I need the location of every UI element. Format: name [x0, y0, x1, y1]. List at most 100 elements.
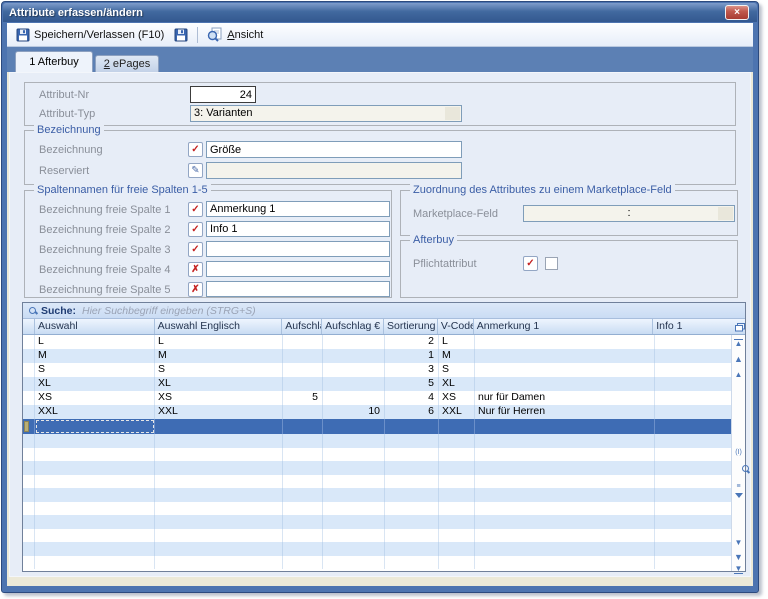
grid-search-bar[interactable]: Suche: Hier Suchbegriff eingeben (STRG+S… [23, 303, 745, 319]
marketplace-feld-label: Marketplace-Feld [413, 208, 498, 220]
empty-row[interactable] [23, 461, 745, 475]
column-header-auswahl[interactable]: Auswahl [35, 319, 155, 334]
empty-row[interactable] [23, 515, 745, 529]
pflichtattribut-label: Pflichtattribut [413, 258, 477, 270]
table-row[interactable]: XL XL 5 XL [23, 377, 745, 391]
afterbuy-fieldset: Afterbuy Pflichtattribut ✓ [400, 234, 738, 298]
marketplace-feld-field[interactable]: : [523, 205, 735, 222]
navigator-post-icon[interactable]: ≡ [732, 483, 745, 490]
navigator-prev-icon[interactable]: ▲ [732, 371, 745, 379]
view-magnifier-icon [208, 27, 222, 42]
empty-row[interactable] [23, 555, 745, 569]
check-icon[interactable]: ✓ [523, 256, 538, 271]
empty-row[interactable] [23, 434, 745, 448]
spalte-1-label: Bezeichnung freie Spalte 1 [39, 204, 171, 216]
column-chooser-icon [734, 322, 745, 331]
spalte-3-label: Bezeichnung freie Spalte 3 [39, 244, 171, 256]
spalte-1-input[interactable] [206, 201, 390, 217]
table-row[interactable]: S S 3 S [23, 363, 745, 377]
pflichtattribut-checkbox[interactable] [545, 257, 558, 270]
spalte-2-label: Bezeichnung freie Spalte 2 [39, 224, 171, 236]
afterbuy-legend: Afterbuy [410, 234, 457, 246]
tab-epages[interactable]: 2 ePages [95, 55, 159, 72]
attribut-nr-input[interactable] [190, 86, 256, 103]
grid-body: L L 2 L M M 1 M S S 3 S XL XL 5 XL XS XS… [23, 335, 745, 571]
attribut-typ-combo[interactable]: 3: Varianten [190, 105, 462, 122]
x-icon[interactable]: ✗ [188, 262, 203, 277]
navigator-first-icon[interactable]: ▲ [734, 339, 743, 348]
empty-row[interactable] [23, 447, 745, 461]
empty-row[interactable] [23, 474, 745, 488]
reserviert-label: Reserviert [39, 165, 90, 177]
column-header-aufschlag[interactable]: Aufschlag [282, 319, 323, 334]
empty-row[interactable] [23, 501, 745, 515]
save-button[interactable] [169, 25, 193, 45]
save-exit-label: Speichern/Verlassen (F10) [34, 28, 165, 41]
floppy-disk-icon [16, 28, 30, 41]
tab-afterbuy[interactable]: 1 Afterbuy [15, 51, 93, 72]
empty-row[interactable] [23, 528, 745, 542]
navigator-filter-icon[interactable] [732, 493, 745, 507]
navigator-last-icon[interactable]: ▼ [734, 565, 743, 574]
column-header-anmerkung[interactable]: Anmerkung 1 [474, 319, 654, 334]
navigator-page-up-icon[interactable]: ▲ [732, 355, 745, 364]
navigator-page-down-icon[interactable]: ▼ [732, 553, 745, 562]
grid-navigator: ▲ ▲ ▲ (I) ≡ ▼ ▼ ▼ [731, 335, 745, 574]
dialog-window: Attribute erfassen/ändern × Speichern/Ve… [1, 1, 759, 593]
spalte-5-label: Bezeichnung freie Spalte 5 [39, 284, 171, 296]
field-button-zone[interactable] [718, 207, 733, 220]
selected-new-row[interactable] [23, 419, 745, 434]
spalte-4-input[interactable] [206, 261, 390, 277]
reserviert-input[interactable] [206, 162, 462, 179]
bezeichnung-legend: Bezeichnung [34, 124, 104, 136]
check-icon[interactable]: ✓ [188, 242, 203, 257]
floppy-disk-icon [174, 28, 188, 41]
attribut-nr-label: Attribut-Nr [39, 89, 90, 101]
bezeichnung-label: Bezeichnung [39, 144, 103, 156]
column-header-info[interactable]: Info 1 [653, 319, 731, 334]
spalte-2-input[interactable] [206, 221, 390, 237]
check-icon[interactable]: ✓ [188, 142, 203, 157]
spalte-5-input[interactable] [206, 281, 390, 297]
spaltennamen-legend: Spaltennamen für freie Spalten 1-5 [34, 184, 211, 196]
table-row[interactable]: L L 2 L [23, 335, 745, 349]
toolbar: Speichern/Verlassen (F10) Ansicht [7, 23, 753, 47]
toolbar-separator [197, 26, 199, 43]
empty-row[interactable] [23, 488, 745, 502]
values-grid: Suche: Hier Suchbegriff eingeben (STRG+S… [22, 302, 746, 574]
empty-row[interactable] [23, 542, 745, 556]
column-header-vcode[interactable]: V-Code [438, 319, 474, 334]
attribut-fieldset: Attribut-Nr Attribut-Typ 3: Varianten [24, 82, 736, 126]
marketplace-fieldset: Zuordnung des Attributes zu einem Market… [400, 184, 738, 236]
row-indicator-header [23, 319, 35, 334]
combo-dropdown-zone[interactable] [445, 107, 460, 120]
table-row[interactable]: M M 1 M [23, 349, 745, 363]
table-row[interactable]: XS XS 5 4 XS nur für Damen [23, 391, 745, 405]
window-title: Attribute erfassen/ändern [9, 6, 143, 19]
close-button[interactable]: × [725, 5, 749, 20]
check-icon[interactable]: ✓ [188, 202, 203, 217]
marketplace-legend: Zuordnung des Attributes zu einem Market… [410, 184, 675, 196]
column-header-sortierung[interactable]: Sortierung [384, 319, 438, 334]
column-header-auswahl-englisch[interactable]: Auswahl Englisch [155, 319, 283, 334]
search-icon [29, 306, 37, 315]
navigator-insert-icon[interactable]: (I) [732, 449, 745, 456]
bezeichnung-input[interactable] [206, 141, 462, 158]
navigator-next-icon[interactable]: ▼ [732, 539, 745, 547]
table-row[interactable]: XXL XXL 10 6 XXL Nur für Herren [23, 405, 745, 419]
dialog-client: Speichern/Verlassen (F10) Ansicht 1 Afte… [7, 23, 753, 586]
x-icon[interactable]: ✗ [188, 282, 203, 297]
check-icon[interactable]: ✓ [188, 222, 203, 237]
save-exit-button[interactable]: Speichern/Verlassen (F10) [11, 25, 169, 45]
tab-strip: 1 Afterbuy 2 ePages [7, 47, 753, 72]
spalte-3-input[interactable] [206, 241, 390, 257]
search-label: Suche: [41, 304, 77, 317]
grid-header-row: Auswahl Auswahl Englisch Aufschlag Aufsc… [23, 319, 745, 335]
pencil-icon[interactable]: ✎ [188, 163, 203, 178]
column-chooser-button[interactable] [731, 319, 745, 334]
title-bar[interactable]: Attribute erfassen/ändern × [3, 3, 757, 22]
spalte-4-label: Bezeichnung freie Spalte 4 [39, 264, 171, 276]
ansicht-button[interactable]: Ansicht [202, 25, 268, 45]
search-placeholder: Hier Suchbegriff eingeben (STRG+S) [82, 304, 256, 317]
column-header-aufschlag-eur[interactable]: Aufschlag € [322, 319, 384, 334]
